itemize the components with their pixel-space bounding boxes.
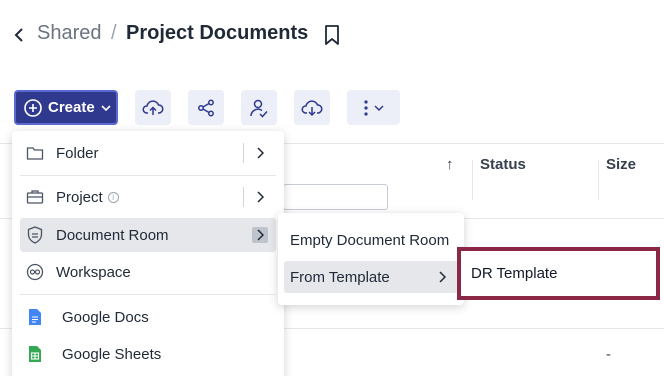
template-item-label: DR Template [471, 265, 558, 282]
cloud-download-icon [301, 99, 323, 116]
assign-user-button[interactable] [241, 90, 277, 125]
briefcase-icon [26, 188, 44, 206]
bookmark-icon [325, 25, 339, 45]
folder-icon [26, 144, 44, 162]
back-button[interactable] [10, 24, 28, 46]
chevron-right-icon [438, 270, 447, 287]
menu-item-label: Project [56, 188, 103, 206]
menu-item-label: Google Docs [62, 308, 149, 326]
menu-item-google-sheets[interactable]: Google Sheets [20, 337, 276, 371]
chevron-down-icon [373, 104, 384, 111]
google-docs-icon [26, 308, 44, 326]
create-menu: Folder Project i Document Room Workspace [12, 131, 284, 376]
google-sheets-icon [26, 345, 44, 363]
menu-item-document-room[interactable]: Document Room [20, 218, 276, 252]
menu-separator [20, 294, 276, 295]
menu-separator [20, 175, 276, 176]
menu-item-label: Google Sheets [62, 345, 162, 363]
chevron-down-icon [101, 104, 111, 111]
column-size[interactable]: Size [606, 156, 636, 173]
kebab-icon [363, 99, 368, 116]
menu-item-google-docs[interactable]: Google Docs [20, 300, 276, 334]
breadcrumb-separator: / [111, 22, 117, 44]
menu-item-workspace[interactable]: Workspace [20, 255, 276, 289]
menu-item-label: Workspace [56, 263, 131, 281]
page-header: Shared / Project Documents [0, 0, 664, 70]
column-status[interactable]: Status [480, 156, 526, 173]
column-divider [598, 160, 599, 200]
submenu-item-label: From Template [290, 268, 390, 286]
column-divider [472, 160, 473, 200]
cloud-upload-icon [142, 99, 164, 115]
menu-item-label: Folder [56, 144, 99, 162]
template-item-dr-template[interactable]: DR Template [457, 247, 660, 300]
menu-item-project[interactable]: Project i [20, 180, 276, 214]
upload-button[interactable] [135, 90, 171, 125]
more-actions-button[interactable] [347, 90, 400, 125]
sort-arrow-icon[interactable]: ↑ [446, 156, 454, 173]
bookmark-button[interactable] [323, 24, 343, 46]
submenu-item-empty-document-room[interactable]: Empty Document Room [284, 224, 458, 256]
menu-item-folder[interactable]: Folder [20, 136, 276, 170]
submenu-item-from-template[interactable]: From Template [284, 261, 458, 293]
submenu-item-label: Empty Document Room [290, 231, 450, 249]
info-icon[interactable]: i [107, 191, 119, 203]
filter-input[interactable] [283, 184, 388, 210]
workspace-icon [26, 263, 44, 281]
create-button-label: Create [48, 99, 95, 116]
menu-item-label: Document Room [56, 226, 169, 244]
download-button[interactable] [294, 90, 330, 125]
chevron-right-icon[interactable] [252, 227, 268, 243]
plus-circle-icon [24, 98, 42, 117]
chevron-left-icon [14, 28, 23, 42]
create-button[interactable]: Create [14, 90, 118, 125]
shield-icon [26, 226, 44, 244]
size-value: - [606, 346, 611, 363]
chevron-right-icon[interactable] [252, 145, 268, 161]
breadcrumb-parent[interactable]: Shared [37, 22, 102, 45]
chevron-right-icon[interactable] [252, 189, 268, 205]
share-icon [198, 99, 214, 116]
user-check-icon [250, 99, 268, 118]
share-button[interactable] [188, 90, 224, 125]
document-room-submenu: Empty Document Room From Template [278, 213, 464, 305]
menu-divider [243, 187, 244, 207]
page-title: Project Documents [126, 22, 309, 44]
menu-divider [243, 143, 244, 163]
